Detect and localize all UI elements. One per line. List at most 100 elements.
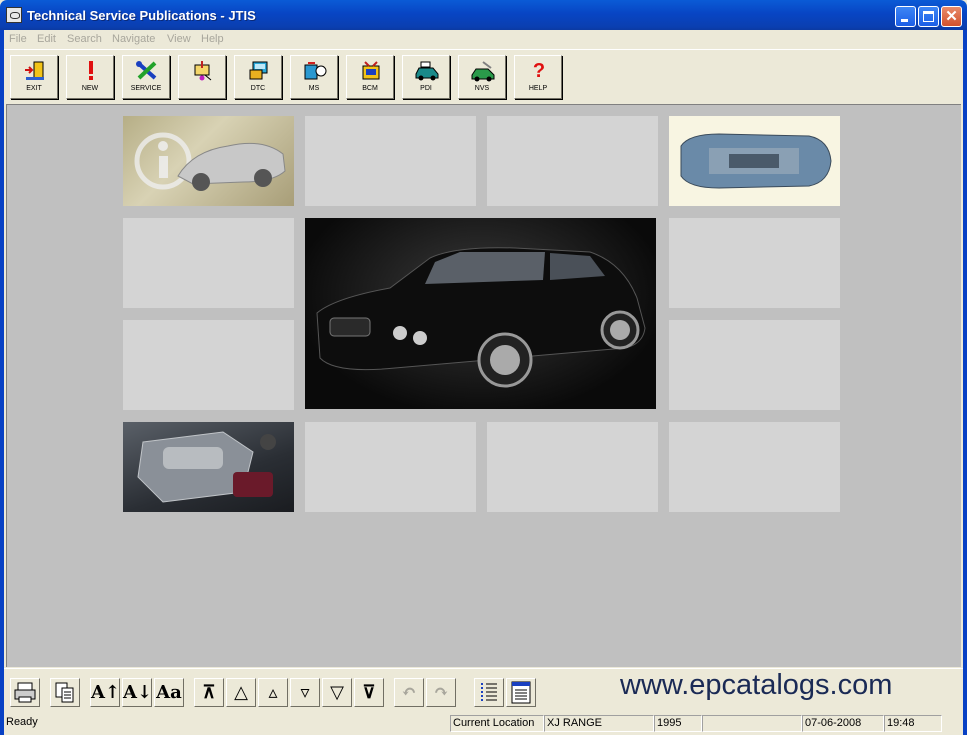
service-button[interactable]: SERVICE [122, 55, 170, 99]
forward-button[interactable]: ↷ [426, 678, 456, 707]
status-model: XJ RANGE [544, 715, 654, 732]
print-icon [14, 682, 36, 703]
information-tile[interactable] [123, 116, 294, 206]
dtc-tester-icon [249, 61, 268, 80]
exclamation-icon [89, 61, 93, 80]
back-icon: ↶ [401, 682, 417, 703]
multimeter-icon [304, 62, 327, 80]
print-button[interactable] [10, 678, 40, 707]
next-page-button[interactable]: ▽ [322, 678, 352, 707]
featured-vehicle-image [305, 218, 656, 409]
document-button[interactable] [506, 678, 536, 707]
info-car-image-icon [134, 132, 286, 191]
menu-edit[interactable]: Edit [37, 33, 56, 45]
question-mark-icon: ? [533, 60, 545, 82]
first-page-button[interactable]: ⊼ [194, 678, 224, 707]
empty-tile [123, 218, 294, 308]
close-button[interactable]: ✕ [941, 6, 962, 27]
next-item-icon: ▿ [300, 682, 310, 703]
last-page-button[interactable]: ⊽ [354, 678, 384, 707]
engine-image-icon [137, 431, 276, 503]
window-title: Technical Service Publications - JTIS [27, 8, 256, 23]
next-item-button[interactable]: ▿ [290, 678, 320, 707]
help-button[interactable]: ? HELP [514, 55, 562, 99]
status-ready: Ready [6, 716, 38, 728]
empty-tile [487, 422, 658, 512]
content-area [6, 104, 961, 667]
empty-tile [305, 422, 476, 512]
exit-button[interactable]: EXIT [10, 55, 58, 99]
menu-search[interactable]: Search [67, 33, 102, 45]
nvs-label: NVS [474, 85, 490, 92]
chassis-tile[interactable] [669, 116, 840, 206]
diagnostic-button[interactable] [178, 55, 226, 99]
maximize-icon [923, 11, 934, 22]
previous-item-button[interactable]: ▵ [258, 678, 288, 707]
sedan-image-icon [316, 247, 646, 388]
diagnostic-probe-icon [194, 61, 212, 81]
first-page-icon: ⊼ [202, 682, 216, 703]
help-label: HELP [528, 85, 548, 92]
list-button[interactable] [474, 678, 504, 707]
empty-tile [669, 422, 840, 512]
battery-module-icon [362, 61, 380, 80]
chassis-image-icon [680, 133, 832, 189]
engine-tile[interactable] [123, 422, 294, 512]
app-icon[interactable] [6, 7, 22, 23]
empty-tile [123, 320, 294, 410]
menu-file[interactable]: File [9, 33, 27, 45]
ms-button[interactable]: MS [290, 55, 338, 99]
car-inspection-icon [415, 61, 439, 81]
new-button[interactable]: NEW [66, 55, 114, 99]
font-larger-icon: A↑ [91, 682, 121, 703]
document-icon [511, 681, 531, 704]
close-icon: ✕ [945, 8, 958, 25]
forward-icon: ↷ [433, 682, 449, 703]
last-page-icon: ⊽ [362, 682, 376, 703]
window-frame-right [963, 30, 967, 735]
previous-page-button[interactable]: △ [226, 678, 256, 707]
status-date: 07-06-2008 [802, 715, 884, 732]
pdi-button[interactable]: PDI [402, 55, 450, 99]
title-bar[interactable]: Technical Service Publications - JTIS ✕ [0, 0, 967, 30]
next-page-icon: ▽ [330, 682, 344, 703]
status-year: 1995 [654, 715, 702, 732]
nvs-button[interactable]: NVS [458, 55, 506, 99]
font-larger-button[interactable]: A↑ [90, 678, 120, 707]
new-label: NEW [81, 85, 99, 92]
previous-page-icon: △ [234, 682, 248, 703]
font-smaller-button[interactable]: A↓ [122, 678, 152, 707]
font-toggle-button[interactable]: Aa [154, 678, 184, 707]
bcm-label: BCM [362, 85, 378, 92]
menu-help[interactable]: Help [201, 33, 224, 45]
menu-navigate[interactable]: Navigate [112, 33, 155, 45]
status-bar: Ready Current Location XJ RANGE 1995 07-… [4, 713, 963, 735]
dtc-label: DTC [250, 85, 266, 92]
window-frame-left [0, 30, 4, 735]
minimize-button[interactable] [895, 6, 916, 27]
menu-bar: File Edit Search Navigate View Help [4, 30, 963, 49]
bcm-button[interactable]: BCM [346, 55, 394, 99]
empty-tile [305, 116, 476, 206]
wrench-screwdriver-icon [136, 61, 157, 80]
back-button[interactable]: ↶ [394, 678, 424, 707]
copy-button[interactable] [50, 678, 80, 707]
font-smaller-icon: A↓ [123, 682, 153, 703]
svg-text:?: ? [533, 60, 545, 82]
ms-label: MS [308, 85, 320, 92]
empty-tile [669, 218, 840, 308]
status-blank [702, 715, 802, 732]
copy-icon [55, 682, 74, 703]
dtc-button[interactable]: DTC [234, 55, 282, 99]
exit-label: EXIT [26, 85, 42, 92]
exit-door-icon [25, 61, 44, 80]
empty-tile [487, 116, 658, 206]
pdi-label: PDI [420, 85, 432, 92]
font-toggle-icon: Aa [156, 682, 182, 703]
status-location-label: Current Location [450, 715, 544, 732]
menu-view[interactable]: View [167, 33, 191, 45]
minimize-icon [901, 19, 908, 22]
watermark-text: www.epcatalogs.com [620, 669, 893, 701]
maximize-button[interactable] [918, 6, 939, 27]
bottom-toolbar: A↑ A↓ Aa ⊼ △ ▵ ▿ ▽ ⊽ ↶ ↷ www.epcatalogs.… [4, 668, 963, 712]
